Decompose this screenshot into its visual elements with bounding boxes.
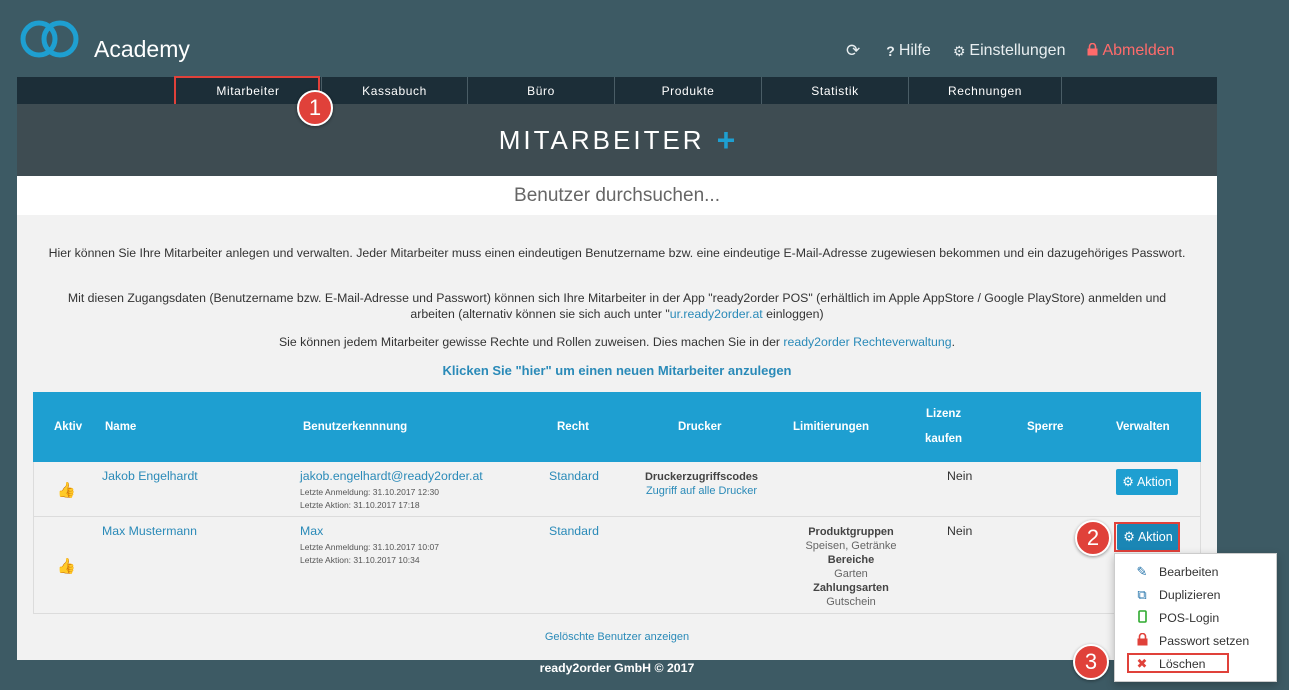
tab-kassabuch[interactable]: Kassabuch: [322, 77, 468, 104]
menu-item-duplizieren[interactable]: ⧉ Duplizieren: [1133, 587, 1221, 603]
intro-p3-text-b: .: [951, 335, 955, 349]
footer-copyright: ready2order GmbH © 2017: [539, 661, 695, 675]
printer-access-link[interactable]: Zugriff auf alle Drucker: [646, 485, 757, 497]
thumbs-up-icon[interactable]: 👍: [57, 557, 76, 575]
page-title: MITARBEITER: [498, 124, 705, 155]
show-deleted-users-link[interactable]: Gelöschte Benutzer anzeigen: [17, 631, 1217, 643]
highlight-box-action: [1114, 522, 1180, 552]
step-marker-3: 3: [1073, 644, 1109, 680]
table-header: Aktiv Name Benutzerkennnung Recht Drucke…: [33, 392, 1201, 462]
col-limitierungen: Limitierungen: [793, 421, 870, 433]
employee-name-link[interactable]: Max Mustermann: [102, 524, 197, 538]
last-login-text: Letzte Anmeldung: 31.10.2017 12:30: [300, 487, 439, 497]
col-lizenz-line2: kaufen: [925, 433, 963, 445]
settings-link[interactable]: ⚙ Einstellungen: [953, 42, 1066, 60]
logout-link[interactable]: Abmelden: [1087, 42, 1175, 60]
limit-group-value: Speisen, Getränke: [805, 540, 897, 552]
tab-produkte[interactable]: Produkte: [615, 77, 762, 104]
intro-p2-text-a: Mit diesen Zugangsdaten (Benutzername bz…: [67, 291, 1167, 321]
pos-login-link[interactable]: ur.ready2order.at: [670, 307, 763, 321]
copy-icon: ⧉: [1137, 587, 1147, 602]
limit-payment-title: Zahlungsarten: [813, 582, 889, 594]
limit-group-title: Produktgruppen: [808, 526, 894, 538]
help-label: Hilfe: [898, 42, 931, 59]
menu-item-label: Bearbeiten: [1159, 565, 1219, 579]
intro-paragraph-3: Sie können jedem Mitarbeiter gewisse Rec…: [47, 334, 1187, 350]
gear-icon: ⚙: [1122, 474, 1134, 489]
last-action-text: Letzte Aktion: 31.10.2017 10:34: [300, 555, 420, 565]
rights-management-link[interactable]: ready2order Rechteverwaltung: [783, 335, 951, 349]
limit-area-value: Garten: [834, 568, 868, 580]
last-action-text: Letzte Aktion: 31.10.2017 17:18: [300, 500, 420, 510]
col-name: Name: [105, 421, 137, 433]
brand-title: Academy: [94, 36, 190, 62]
intro-paragraph-2: Mit diesen Zugangsdaten (Benutzername bz…: [47, 290, 1187, 322]
printer-codes-title: Druckerzugriffscodes: [644, 471, 759, 483]
content-panel: Hier können Sie Ihre Mitarbeiter anlegen…: [17, 215, 1217, 660]
role-link[interactable]: Standard: [549, 469, 599, 483]
thumbs-up-icon[interactable]: 👍: [57, 481, 76, 499]
intro-paragraph-1: Hier können Sie Ihre Mitarbeiter anlegen…: [48, 246, 1186, 260]
highlight-box-delete: [1127, 653, 1229, 673]
limitations-cell: Produktgruppen Speisen, Getränke Bereich…: [774, 525, 928, 609]
menu-item-pos-login[interactable]: POS-Login: [1133, 610, 1219, 626]
menu-item-label: Duplizieren: [1159, 588, 1221, 602]
col-recht: Recht: [557, 421, 589, 433]
col-lizenz-line1: Lizenz: [925, 408, 962, 420]
question-icon: ?: [886, 43, 895, 59]
step-marker-2: 2: [1075, 520, 1111, 556]
role-link[interactable]: Standard: [549, 524, 599, 538]
printer-cell: Druckerzugriffscodes Zugriff auf alle Dr…: [609, 470, 794, 498]
lock-icon: [1087, 42, 1098, 59]
action-button[interactable]: ⚙ Aktion: [1116, 469, 1178, 495]
intro-p3-text-a: Sie können jedem Mitarbeiter gewisse Rec…: [278, 335, 784, 349]
action-label: Aktion: [1136, 475, 1172, 489]
step-marker-1: 1: [297, 90, 333, 126]
intro-p2-text-b: einloggen): [762, 307, 824, 321]
col-benutzerkennung: Benutzerkennnung: [303, 421, 408, 433]
settings-label: Einstellungen: [969, 42, 1066, 59]
table-row: 👍 Jakob Engelhardt jakob.engelhardt@read…: [33, 462, 1201, 517]
col-lizenz: Lizenz kaufen: [925, 392, 962, 462]
search-input[interactable]: [17, 176, 1217, 215]
employee-name-link[interactable]: Jakob Engelhardt: [102, 469, 198, 483]
gears-icon: ⚙: [952, 42, 966, 59]
academy-logo-icon: [20, 20, 79, 58]
col-verwalten: Verwalten: [1116, 421, 1170, 433]
license-value[interactable]: Nein: [947, 524, 972, 538]
license-value[interactable]: Nein: [947, 469, 972, 483]
top-navigation: ⟳ ? Hilfe ⚙ Einstellungen Abmelden: [846, 41, 1175, 61]
logout-label: Abmelden: [1102, 42, 1175, 59]
help-link[interactable]: ? Hilfe: [886, 42, 931, 60]
add-employee-button[interactable]: +: [717, 124, 736, 156]
page-banner: MITARBEITER +: [17, 104, 1217, 176]
last-login-text: Letzte Anmeldung: 31.10.2017 10:07: [300, 542, 439, 552]
tab-buero[interactable]: Büro: [468, 77, 615, 104]
limit-payment-value: Gutschein: [826, 596, 876, 608]
menu-item-label: Passwort setzen: [1159, 634, 1250, 648]
tab-rechnungen[interactable]: Rechnungen: [909, 77, 1062, 104]
refresh-button[interactable]: ⟳: [846, 41, 864, 61]
employee-login-link[interactable]: jakob.engelhardt@ready2order.at: [300, 469, 483, 483]
menu-item-label: POS-Login: [1159, 611, 1220, 625]
menu-item-bearbeiten[interactable]: ✎ Bearbeiten: [1133, 564, 1219, 580]
menu-item-passwort-setzen[interactable]: Passwort setzen: [1133, 632, 1250, 649]
tab-statistik[interactable]: Statistik: [762, 77, 909, 104]
col-aktiv: Aktiv: [54, 421, 83, 433]
mobile-icon: [1133, 610, 1151, 626]
table-row: 👍 Max Mustermann Max Letzte Anmeldung: 3…: [33, 517, 1201, 614]
create-employee-link[interactable]: Klicken Sie "hier" um einen neuen Mitarb…: [17, 363, 1217, 378]
limit-area-title: Bereiche: [827, 554, 875, 566]
lock-icon: [1133, 632, 1151, 649]
pencil-icon: ✎: [1136, 564, 1148, 579]
col-drucker: Drucker: [678, 421, 722, 433]
refresh-icon: ⟳: [846, 41, 861, 60]
col-sperre: Sperre: [1027, 421, 1064, 433]
employee-login-link[interactable]: Max: [300, 524, 323, 538]
